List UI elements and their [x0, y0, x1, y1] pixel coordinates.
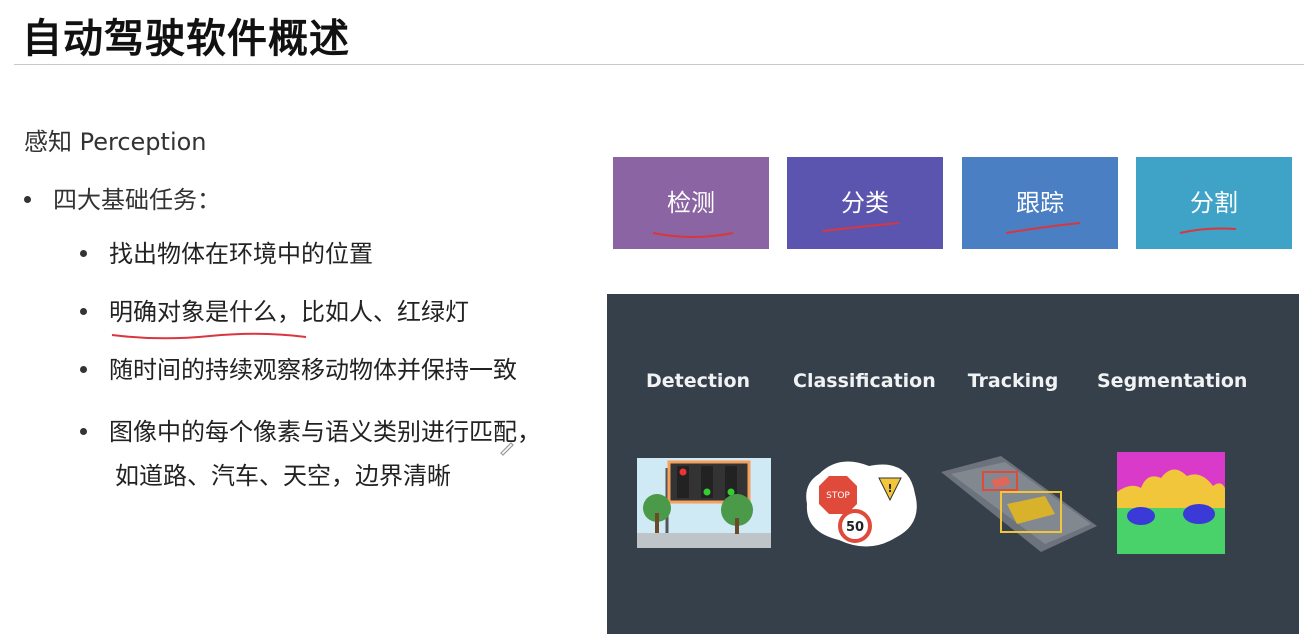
red-underline	[1005, 222, 1081, 234]
sub-bullet-text: 找出物体在环境中的位置	[109, 240, 373, 268]
bullet-dot	[80, 365, 87, 373]
red-underline	[822, 222, 900, 232]
title-divider	[14, 64, 1304, 65]
bullet-dot	[80, 427, 87, 435]
bullet-dot	[80, 249, 87, 257]
label-tracking: Tracking	[967, 370, 1059, 392]
sub-bullet-3: 随时间的持续观察移动物体并保持一致	[80, 348, 517, 392]
main-bullet: 四大基础任务：	[24, 180, 221, 215]
main-bullet-text: 四大基础任务：	[53, 186, 221, 214]
red-handwritten-underline	[111, 332, 307, 340]
label-classification: Classification	[793, 370, 936, 392]
semantic-segmentation-image	[1117, 452, 1225, 554]
sub-bullet-text: 图像中的每个像素与语义类别进行匹配，	[109, 418, 541, 446]
sub-bullet-text: 随时间的持续观察移动物体并保持一致	[109, 356, 517, 384]
traffic-light-detection-image	[637, 458, 771, 548]
section-heading: 感知 Perception	[24, 128, 207, 156]
page-title: 自动驾驶软件概述	[22, 16, 350, 62]
perception-tasks-panel: Detection Classification Tracking Segmen…	[607, 294, 1299, 634]
sub-bullet-4: 图像中的每个像素与语义类别进行匹配， 如道路、汽车、天空，边界清晰	[80, 410, 541, 498]
svg-text:!: !	[887, 482, 892, 495]
tile-detection-cn: 检测	[613, 157, 769, 249]
bullet-dot	[80, 307, 87, 315]
pen-cursor-icon	[500, 442, 514, 456]
stop-sign-text: STOP	[826, 491, 850, 501]
vehicle-tracking-image	[941, 456, 1097, 552]
sub-bullet-text-continued: 如道路、汽车、天空，边界清晰	[115, 462, 451, 490]
tile-tracking-cn: 跟踪	[962, 157, 1118, 249]
label-segmentation: Segmentation	[1097, 370, 1248, 392]
speed-sign-text: 50	[846, 520, 864, 535]
tile-segmentation-cn: 分割	[1136, 157, 1292, 249]
red-underline	[1179, 227, 1237, 234]
bullet-dot	[24, 195, 31, 203]
red-underline	[652, 232, 734, 238]
traffic-sign-classification-image: STOP ! 50	[806, 461, 917, 547]
sub-bullet-1: 找出物体在环境中的位置	[80, 232, 373, 276]
tile-classification-cn: 分类	[787, 157, 943, 249]
label-detection: Detection	[645, 370, 751, 392]
sub-bullet-text: 明确对象是什么，比如人、红绿灯	[109, 298, 469, 326]
